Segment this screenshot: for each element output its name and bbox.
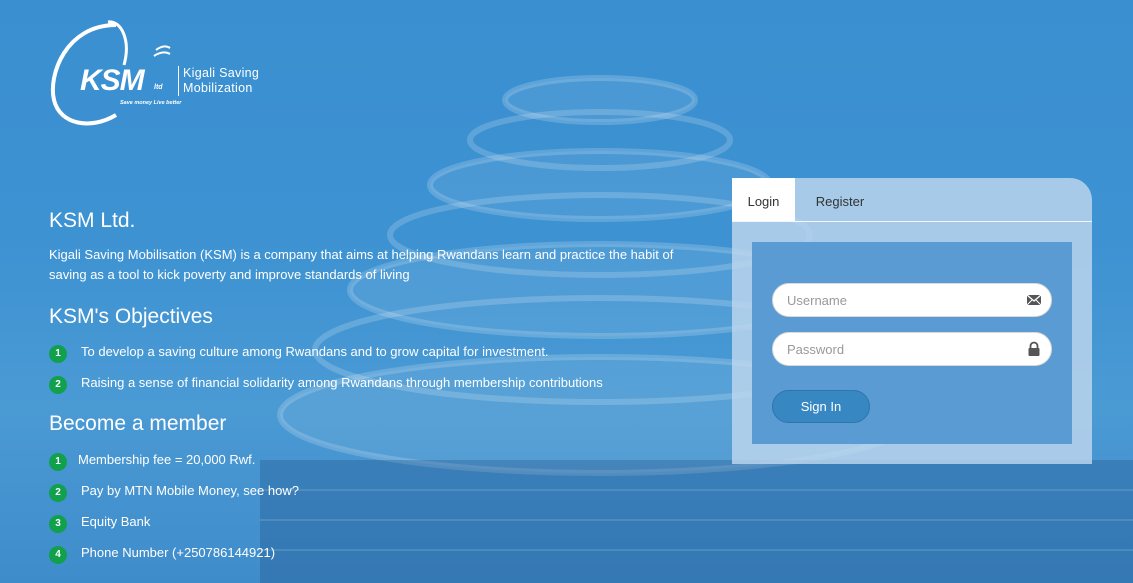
logo-mark: KSM (80, 64, 145, 97)
password-field-wrapper (772, 332, 1052, 366)
ksm-logo[interactable]: KSM ltd Save money Live better Kigali Sa… (46, 20, 276, 130)
number-badge: 3 (49, 515, 67, 533)
auth-card: Login Register Sign In (732, 178, 1092, 464)
envelope-icon (1026, 294, 1042, 306)
objectives-title: KSM's Objectives (49, 305, 213, 328)
logo-ltd: ltd (154, 84, 163, 91)
number-badge: 2 (49, 376, 67, 394)
login-form: Sign In (752, 242, 1072, 444)
logo-tagline: Save money Live better (120, 100, 182, 106)
objective-text: To develop a saving culture among Rwanda… (81, 344, 549, 359)
tab-login[interactable]: Login (732, 178, 795, 221)
logo-name-line2: Mobilization (183, 81, 253, 95)
member-step-text: Membership fee = 20,000 Rwf. (78, 452, 256, 467)
objective-text: Raising a sense of financial solidarity … (81, 375, 603, 390)
member-step-text: Phone Number (+250786144921) (81, 545, 276, 560)
password-input[interactable] (785, 333, 1019, 365)
become-member-title: Become a member (49, 412, 227, 435)
lock-icon (1028, 341, 1040, 356)
auth-tabs: Login Register (732, 178, 1092, 222)
member-step-link[interactable]: Pay by MTN Mobile Money, see how? (81, 482, 299, 500)
logo-name-line1: Kigali Saving (183, 66, 260, 80)
username-field-wrapper (772, 283, 1052, 317)
number-badge: 1 (49, 453, 67, 471)
number-badge: 4 (49, 546, 67, 564)
logo-name: Kigali Saving Mobilization (178, 66, 259, 96)
member-step-text: Equity Bank (81, 514, 151, 529)
tab-register[interactable]: Register (805, 178, 875, 221)
username-input[interactable] (785, 284, 1019, 316)
company-intro: Kigali Saving Mobilisation (KSM) is a co… (49, 247, 674, 282)
sign-in-button[interactable]: Sign In (772, 390, 870, 423)
number-badge: 1 (49, 345, 67, 363)
number-badge: 2 (49, 484, 67, 502)
company-title: KSM Ltd. (49, 209, 136, 232)
